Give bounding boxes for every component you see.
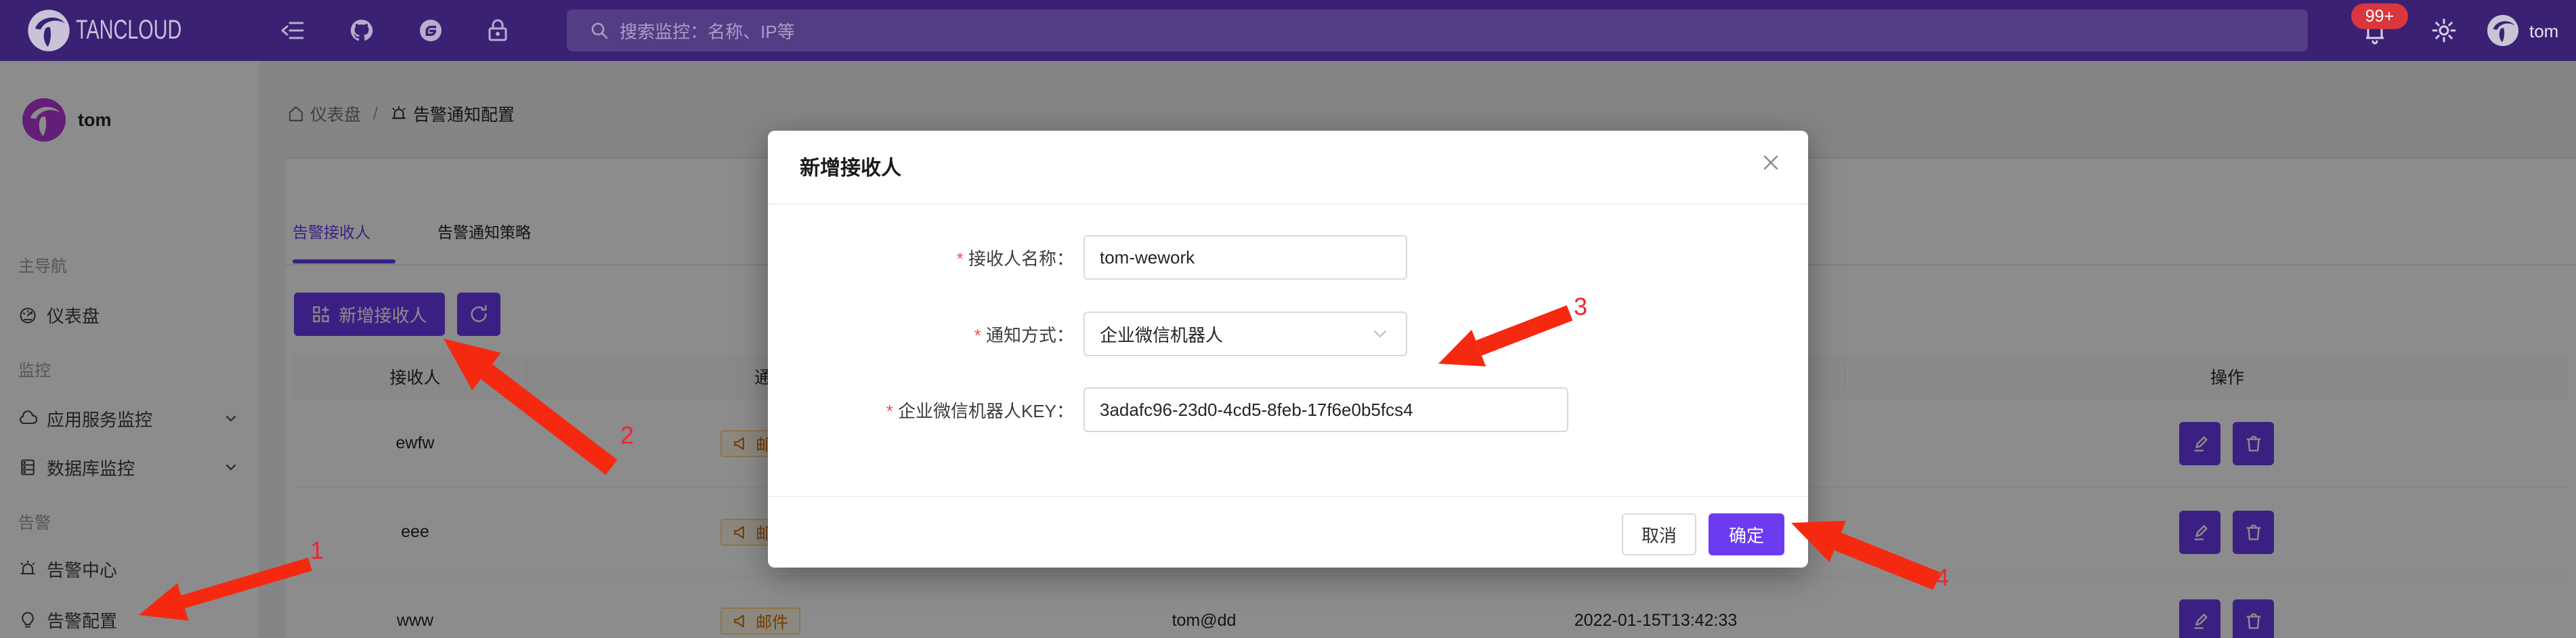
- confirm-button[interactable]: 确定: [1709, 513, 1784, 555]
- modal-footer-divider: [768, 496, 1808, 497]
- app-window: TANCLOUD 搜索监控：名称、IP等 99+: [0, 0, 2576, 638]
- gitee-icon[interactable]: [418, 18, 443, 43]
- close-icon[interactable]: [1761, 152, 1781, 173]
- github-icon[interactable]: [349, 18, 374, 43]
- notify-method-select[interactable]: 企业微信机器人: [1083, 312, 1407, 356]
- recipient-name-input[interactable]: tom-wework: [1083, 235, 1407, 280]
- annotation-number-3: 3: [1574, 293, 1587, 321]
- form-row-recipient-name: 接收人名称 tom-wework: [768, 234, 1808, 280]
- cancel-button[interactable]: 取消: [1622, 513, 1696, 555]
- gear-icon[interactable]: [2431, 18, 2457, 43]
- annotation-number-1: 1: [310, 536, 324, 565]
- recipient-name-value: tom-wework: [1100, 247, 1195, 268]
- form-row-wework-key: 企业微信机器人KEY 3adafc96-23d0-4cd5-8feb-17f6e…: [768, 387, 1808, 433]
- add-recipient-modal: 新增接收人 接收人名称 tom-wework 通知方式 企业微信机器人 企业微信…: [768, 131, 1808, 568]
- notify-method-value: 企业微信机器人: [1100, 322, 1223, 347]
- wework-key-value: 3adafc96-23d0-4cd5-8feb-17f6e0b5fcs4: [1100, 400, 1413, 421]
- annotation-number-4: 4: [1935, 563, 1949, 592]
- brand-name[interactable]: TANCLOUD: [76, 15, 181, 45]
- notification-count-badge: 99+: [2351, 3, 2408, 29]
- annotation-number-2: 2: [620, 421, 634, 450]
- modal-title: 新增接收人: [800, 151, 901, 181]
- search-icon: [590, 21, 609, 40]
- field-label: 接收人名称: [768, 245, 1074, 270]
- search-input[interactable]: 搜索监控：名称、IP等: [567, 9, 2308, 51]
- top-navbar: TANCLOUD 搜索监控：名称、IP等 99+: [0, 0, 2576, 61]
- username-label[interactable]: tom: [2529, 21, 2558, 42]
- form-row-notify-method: 通知方式 企业微信机器人: [768, 311, 1808, 357]
- field-label: 通知方式: [768, 322, 1074, 347]
- brand-logo-icon[interactable]: [27, 9, 70, 52]
- field-label: 企业微信机器人KEY: [768, 398, 1074, 423]
- user-avatar[interactable]: [2487, 15, 2518, 46]
- lock-icon[interactable]: [486, 18, 510, 43]
- menu-fold-icon[interactable]: [280, 18, 305, 43]
- search-placeholder: 搜索监控：名称、IP等: [620, 18, 795, 43]
- modal-header-divider: [768, 203, 1808, 205]
- chevron-down-icon: [1372, 326, 1388, 342]
- wework-key-input[interactable]: 3adafc96-23d0-4cd5-8feb-17f6e0b5fcs4: [1083, 387, 1568, 432]
